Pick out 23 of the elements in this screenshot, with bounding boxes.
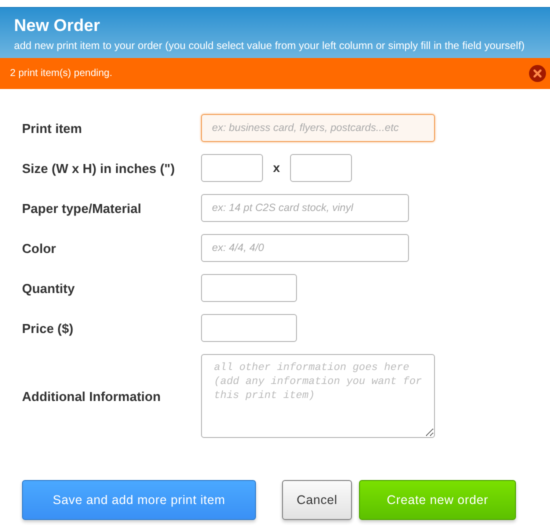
field-label: Quantity [22, 280, 76, 296]
save-button[interactable]: Save and add more print item [22, 480, 256, 520]
field-label: Additional Information [22, 388, 162, 404]
text-area[interactable]: all other information goes here (add any information you want for this print item) [201, 354, 435, 438]
width-field[interactable] [201, 154, 263, 182]
field-label: Price ($) [22, 320, 74, 336]
cancel-button[interactable]: Cancel [282, 480, 352, 520]
dialog-title: New Order [14, 16, 101, 36]
field-label: Paper type/Material [22, 200, 142, 216]
field-label: Size (W x H) in inches (") [22, 160, 176, 176]
field-label: Color [22, 240, 57, 256]
height-field[interactable] [290, 154, 352, 182]
times-sign: x [272, 161, 281, 175]
text-field[interactable]: ex: 14 pt C2S card stock, vinyl [201, 194, 409, 222]
notice-text: 2 print item(s) pending. [10, 68, 112, 79]
text-field[interactable] [201, 274, 297, 302]
close-icon[interactable] [529, 65, 546, 82]
text-field[interactable] [201, 314, 297, 342]
field-label: Print item [22, 120, 83, 136]
text-field[interactable]: ex: 4/4, 4/0 [201, 234, 409, 262]
dialog-subtitle: add new print item to your order (you could select value from your left column or simply fill in the field yourself) [14, 39, 525, 53]
text-field[interactable]: ex: business card, flyers, postcards...etc [201, 114, 435, 142]
create-button[interactable]: Create new order [359, 480, 516, 520]
